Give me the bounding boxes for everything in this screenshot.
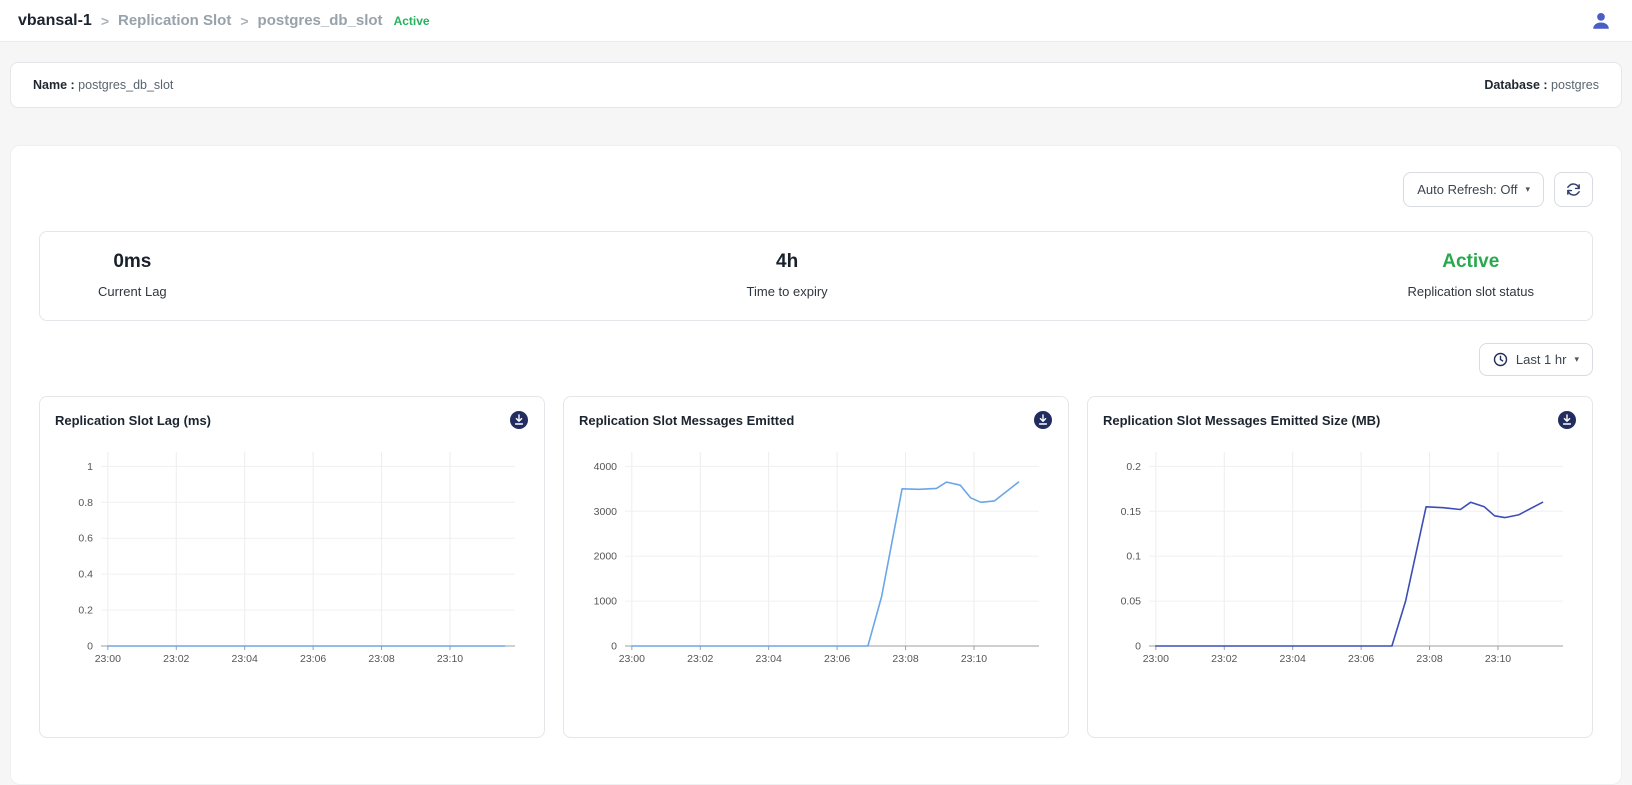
refresh-icon (1565, 181, 1582, 198)
stat-current-lag: 0ms Current Lag (98, 251, 167, 299)
chart-title: Replication Slot Messages Emitted Size (… (1103, 413, 1380, 428)
chevron-down-icon: ▾ (1525, 184, 1530, 195)
svg-text:23:02: 23:02 (1211, 653, 1237, 665)
svg-text:0: 0 (611, 641, 617, 653)
svg-text:23:04: 23:04 (1280, 653, 1306, 665)
breadcrumb-slot[interactable]: postgres_db_slot (258, 12, 383, 29)
svg-text:23:00: 23:00 (619, 653, 645, 665)
slot-database: Database : postgres (1484, 78, 1599, 92)
lag-line-chart: 23:00 23:02 23:04 23:06 23:08 23:10 0 0.2 0.4 0.6… (55, 438, 529, 676)
svg-text:23:10: 23:10 (437, 653, 463, 665)
download-chart-button[interactable] (509, 410, 529, 430)
svg-text:23:06: 23:06 (1348, 653, 1374, 665)
messages-emitted-line-chart: 23:00 23:02 23:04 23:06 23:08 23:10 0 1000 2000 3… (579, 438, 1053, 676)
svg-text:0.2: 0.2 (78, 605, 93, 617)
breadcrumb-cluster[interactable]: vbansal-1 (18, 12, 92, 30)
svg-text:23:08: 23:08 (1416, 653, 1442, 665)
svg-text:23:06: 23:06 (824, 653, 850, 665)
svg-text:0.6: 0.6 (78, 533, 93, 545)
svg-text:23:10: 23:10 (1485, 653, 1511, 665)
stat-time-to-expiry: 4h Time to expiry (747, 251, 828, 299)
clock-icon (1493, 352, 1508, 367)
time-range-dropdown[interactable]: Last 1 hr ▾ (1479, 343, 1593, 376)
svg-text:4000: 4000 (594, 461, 618, 473)
svg-text:23:02: 23:02 (687, 653, 713, 665)
chart-card-messages-emitted-size: Replication Slot Messages Emitted Size (… (1087, 396, 1593, 738)
svg-text:23:00: 23:00 (95, 653, 121, 665)
svg-text:23:00: 23:00 (1143, 653, 1169, 665)
auto-refresh-label: Auto Refresh: Off (1417, 182, 1517, 197)
stat-slot-status-label: Replication slot status (1408, 284, 1534, 299)
chart-card-replication-slot-lag: Replication Slot Lag (ms) 23:0023:0223:0… (39, 396, 545, 738)
slot-status-badge: Active (394, 14, 430, 28)
svg-text:23:02: 23:02 (163, 653, 189, 665)
svg-text:23:04: 23:04 (232, 653, 258, 665)
refresh-button[interactable] (1554, 172, 1593, 207)
slot-database-label: Database : (1484, 78, 1547, 92)
download-chart-button[interactable] (1033, 410, 1053, 430)
stat-time-to-expiry-value: 4h (747, 251, 828, 273)
stat-slot-status: Active Replication slot status (1408, 251, 1534, 299)
svg-text:2000: 2000 (594, 551, 618, 563)
download-chart-button[interactable] (1557, 410, 1577, 430)
stats-bar: 0ms Current Lag 4h Time to expiry Active… (39, 231, 1593, 321)
stat-current-lag-value: 0ms (98, 251, 167, 273)
svg-text:0.05: 0.05 (1121, 596, 1142, 608)
breadcrumb-section[interactable]: Replication Slot (118, 12, 231, 29)
svg-text:0.4: 0.4 (78, 569, 93, 581)
chart-card-messages-emitted: Replication Slot Messages Emitted 23:002… (563, 396, 1069, 738)
slot-database-value: postgres (1551, 78, 1599, 92)
svg-text:3000: 3000 (594, 506, 618, 518)
svg-text:0: 0 (87, 641, 93, 653)
avatar[interactable] (1588, 8, 1614, 34)
svg-text:0.8: 0.8 (78, 497, 93, 509)
auto-refresh-dropdown[interactable]: Auto Refresh: Off ▾ (1403, 172, 1544, 207)
svg-text:0: 0 (1135, 641, 1141, 653)
stat-current-lag-label: Current Lag (98, 284, 167, 299)
messages-emitted-size-line-chart: 23:00 23:02 23:04 23:06 23:08 23:10 0 0.05 0.1 0.… (1103, 438, 1577, 676)
stat-slot-status-value: Active (1408, 251, 1534, 273)
slot-name-label: Name : (33, 78, 75, 92)
charts-row: Replication Slot Lag (ms) 23:0023:0223:0… (39, 396, 1593, 738)
chart-title: Replication Slot Lag (ms) (55, 413, 211, 428)
chevron-right-icon: > (240, 13, 248, 29)
chevron-right-icon: > (101, 13, 109, 29)
svg-text:0.2: 0.2 (1126, 461, 1141, 473)
stat-time-to-expiry-label: Time to expiry (747, 284, 828, 299)
top-header: vbansal-1 > Replication Slot > postgres_… (0, 0, 1632, 42)
time-range-label: Last 1 hr (1516, 352, 1567, 367)
user-icon (1590, 10, 1612, 32)
svg-text:0.1: 0.1 (1126, 551, 1141, 563)
slot-name-value: postgres_db_slot (78, 78, 173, 92)
metrics-panel: Auto Refresh: Off ▾ 0ms Current Lag 4h T… (10, 145, 1622, 785)
svg-text:23:10: 23:10 (961, 653, 987, 665)
svg-text:0.15: 0.15 (1121, 506, 1142, 518)
time-range-row: Last 1 hr ▾ (39, 343, 1593, 376)
metrics-toolbar: Auto Refresh: Off ▾ (39, 172, 1593, 207)
svg-text:23:06: 23:06 (300, 653, 326, 665)
chart-title: Replication Slot Messages Emitted (579, 413, 794, 428)
svg-text:1000: 1000 (594, 596, 618, 608)
svg-text:1: 1 (87, 461, 93, 473)
svg-text:23:08: 23:08 (368, 653, 394, 665)
slot-info-bar: Name : postgres_db_slot Database : postg… (10, 62, 1622, 108)
slot-name: Name : postgres_db_slot (33, 78, 173, 92)
chevron-down-icon: ▾ (1574, 354, 1579, 365)
svg-text:23:04: 23:04 (756, 653, 782, 665)
svg-text:23:08: 23:08 (892, 653, 918, 665)
breadcrumb: vbansal-1 > Replication Slot > postgres_… (18, 12, 430, 30)
